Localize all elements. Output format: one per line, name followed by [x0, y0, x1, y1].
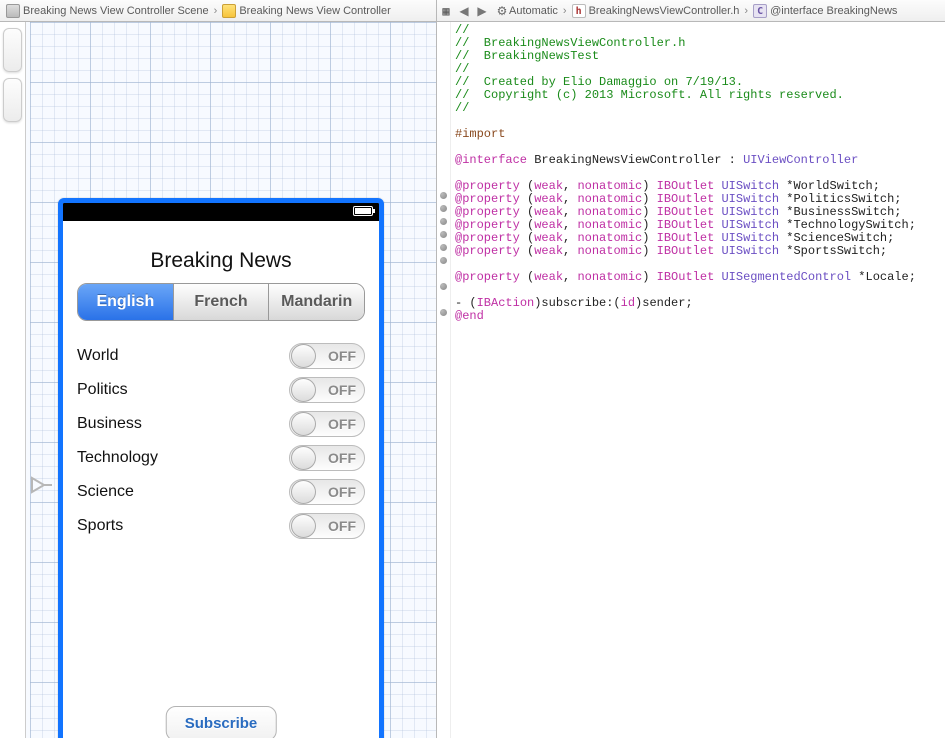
counterpart-file-label: BreakingNewsViewController.h	[589, 5, 740, 17]
counterpart-file[interactable]: h BreakingNewsViewController.h	[568, 4, 744, 18]
switch-knob	[291, 514, 316, 538]
interface-builder-canvas[interactable]: Breaking News English French Mandarin Wo…	[0, 22, 437, 738]
outline-item[interactable]	[3, 28, 22, 72]
storyboard-icon	[6, 4, 20, 18]
connection-gutter[interactable]	[437, 22, 451, 738]
jump-bar-right: ▦ ◀ ▶ ⚙ Automatic › h BreakingNewsViewCo…	[437, 0, 945, 21]
segment-french[interactable]: French	[174, 284, 270, 320]
science-switch[interactable]: OFF	[289, 479, 365, 505]
counterpart-symbol[interactable]: C @interface BreakingNews	[749, 4, 901, 18]
segment-label: Mandarin	[281, 293, 352, 311]
viewcontroller-icon	[222, 4, 236, 18]
outlet-connection-dot[interactable]	[440, 218, 447, 225]
counterpart-mode[interactable]: ⚙ Automatic	[491, 4, 562, 18]
counterpart-mode-label: Automatic	[509, 5, 558, 17]
outlet-connection-dot[interactable]	[440, 192, 447, 199]
switch-off-text: OFF	[328, 518, 356, 534]
iphone-preview-frame[interactable]: Breaking News English French Mandarin Wo…	[58, 198, 384, 738]
document-outline-collapsed[interactable]	[0, 22, 26, 738]
world-switch[interactable]: OFF	[289, 343, 365, 369]
outlet-connection-dot[interactable]	[440, 257, 447, 264]
class-symbol-icon: C	[753, 4, 767, 18]
assistant-editor: // // BreakingNewsViewController.h // Br…	[437, 22, 945, 738]
jump-bar-left: Breaking News View Controller Scene › Br…	[0, 0, 437, 21]
segment-mandarin[interactable]: Mandarin	[269, 284, 364, 320]
split-view: Breaking News English French Mandarin Wo…	[0, 22, 945, 738]
row-label: Business	[77, 415, 142, 433]
locale-segmented-control[interactable]: English French Mandarin	[77, 283, 365, 321]
outlet-connection-dot[interactable]	[440, 283, 447, 290]
related-items-icon: ▦	[442, 4, 449, 18]
switch-off-text: OFF	[328, 450, 356, 466]
related-items-button[interactable]: ▦	[437, 2, 455, 20]
breadcrumb-scene[interactable]: Breaking News View Controller Scene	[2, 4, 213, 18]
segment-english[interactable]: English	[78, 284, 174, 320]
row-label: World	[77, 347, 119, 365]
jump-bar: Breaking News View Controller Scene › Br…	[0, 0, 945, 22]
switch-off-text: OFF	[328, 348, 356, 364]
breadcrumb-controller[interactable]: Breaking News View Controller	[218, 4, 394, 18]
outlet-connection-dot[interactable]	[440, 244, 447, 251]
switch-off-text: OFF	[328, 484, 356, 500]
row-label: Sports	[77, 517, 123, 535]
list-item: Politics OFF	[77, 373, 365, 407]
list-item: Technology OFF	[77, 441, 365, 475]
row-label: Technology	[77, 449, 158, 467]
switch-knob	[291, 378, 316, 402]
screen-title-label: Breaking News	[63, 221, 379, 283]
breadcrumb-controller-label: Breaking News View Controller	[239, 5, 390, 17]
header-file-icon: h	[572, 4, 586, 18]
outline-item[interactable]	[3, 78, 22, 122]
sports-switch[interactable]: OFF	[289, 513, 365, 539]
subscribe-button[interactable]: Subscribe	[166, 706, 277, 738]
segment-label: English	[96, 293, 154, 311]
switch-knob	[291, 344, 316, 368]
outlet-connection-dot[interactable]	[440, 205, 447, 212]
initial-scene-arrow[interactable]	[30, 474, 52, 496]
subscribe-label: Subscribe	[185, 715, 258, 732]
switch-off-text: OFF	[328, 416, 356, 432]
action-connection-dot[interactable]	[440, 309, 447, 316]
nav-forward-button[interactable]: ▶	[473, 2, 491, 20]
technology-switch[interactable]: OFF	[289, 445, 365, 471]
category-switch-list: World OFF Politics OFF Business OFF Tech…	[63, 339, 379, 543]
gear-icon: ⚙	[495, 4, 509, 18]
list-item: Sports OFF	[77, 509, 365, 543]
status-bar	[63, 203, 379, 221]
business-switch[interactable]: OFF	[289, 411, 365, 437]
list-item: Business OFF	[77, 407, 365, 441]
politics-switch[interactable]: OFF	[289, 377, 365, 403]
switch-knob	[291, 446, 316, 470]
source-code-view[interactable]: // // BreakingNewsViewController.h // Br…	[451, 22, 945, 738]
segment-label: French	[194, 293, 247, 311]
switch-knob	[291, 480, 316, 504]
switch-off-text: OFF	[328, 382, 356, 398]
list-item: Science OFF	[77, 475, 365, 509]
battery-icon	[353, 206, 373, 216]
list-item: World OFF	[77, 339, 365, 373]
row-label: Politics	[77, 381, 128, 399]
nav-back-button[interactable]: ◀	[455, 2, 473, 20]
switch-knob	[291, 412, 316, 436]
breadcrumb-scene-label: Breaking News View Controller Scene	[23, 5, 209, 17]
outlet-connection-dot[interactable]	[440, 231, 447, 238]
row-label: Science	[77, 483, 134, 501]
counterpart-symbol-label: @interface BreakingNews	[770, 5, 897, 17]
